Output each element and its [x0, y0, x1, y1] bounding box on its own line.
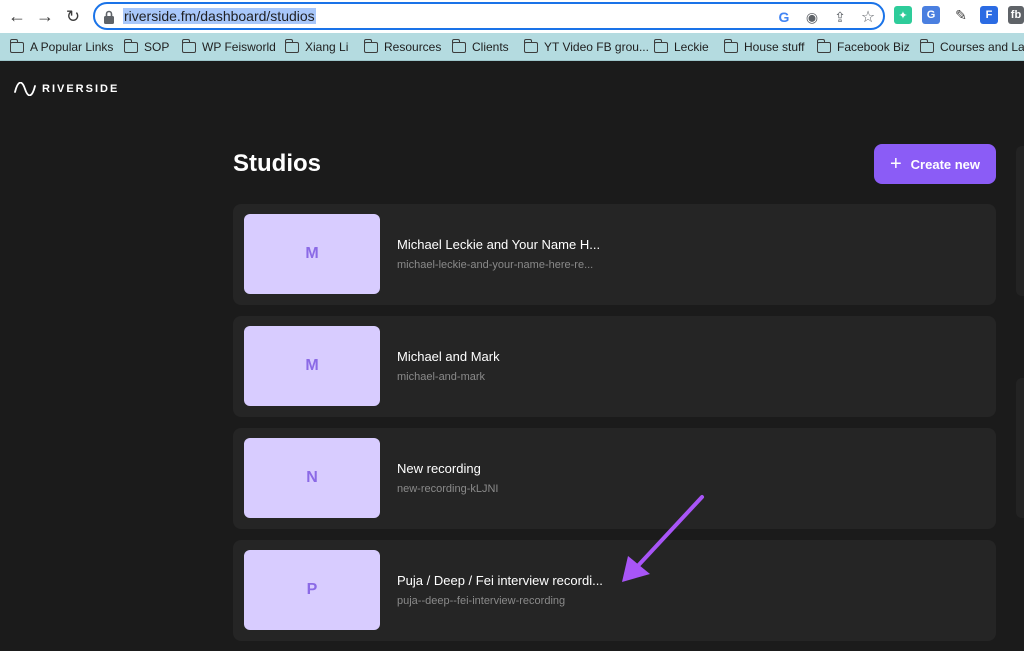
studio-thumbnail[interactable]: M: [244, 214, 380, 294]
studio-name: Michael and Mark: [397, 349, 500, 364]
logo-text: RIVERSIDE: [42, 83, 120, 95]
url-path: /dashboard/studios: [196, 8, 315, 24]
extension-eyedropper-icon[interactable]: ✎: [952, 6, 970, 24]
browser-toolbar: ← → ↻ riverside.fm/dashboard/studios G ◉…: [0, 0, 1024, 33]
studio-name: Puja / Deep / Fei interview recordi...: [397, 573, 603, 588]
studio-thumbnail[interactable]: N: [244, 438, 380, 518]
bookmark-label: House stuff: [744, 40, 805, 54]
side-panel-edge: [1016, 378, 1024, 518]
bookmark-label: Courses and Lan: [940, 40, 1024, 54]
extension-translate-icon[interactable]: G: [922, 6, 940, 24]
address-bar[interactable]: riverside.fm/dashboard/studios G ◉ ⇪ ☆: [93, 2, 885, 30]
eye-icon[interactable]: ◉: [803, 8, 821, 26]
reload-icon[interactable]: ↻: [61, 4, 85, 28]
bookmark-folder[interactable]: Clients: [451, 38, 509, 55]
bookmark-label: Clients: [472, 40, 509, 54]
create-new-button[interactable]: + Create new: [874, 144, 996, 184]
back-icon[interactable]: ←: [5, 4, 29, 28]
folder-icon: [816, 38, 831, 53]
folder-icon: [9, 38, 24, 53]
bookmark-label: Facebook Biz: [837, 40, 910, 54]
extension-f-icon[interactable]: F: [980, 6, 998, 24]
bookmark-folder[interactable]: Xiang Li: [284, 38, 349, 55]
bookmark-label: YT Video FB grou...: [544, 40, 649, 54]
bookmark-folder[interactable]: YT Video FB grou...: [523, 38, 649, 55]
bookmark-label: A Popular Links: [30, 40, 114, 54]
riverside-logo[interactable]: RIVERSIDE: [14, 82, 119, 96]
folder-icon: [181, 38, 196, 53]
studio-thumbnail[interactable]: M: [244, 326, 380, 406]
create-new-label: Create new: [910, 156, 981, 172]
studio-slug: michael-and-mark: [397, 371, 486, 383]
wave-logo-icon: [14, 82, 36, 96]
google-lens-icon[interactable]: G: [775, 8, 793, 26]
url-host: riverside.fm: [124, 8, 197, 24]
extension-fb-icon[interactable]: fb: [1008, 6, 1024, 24]
studio-slug: michael-leckie-and-your-name-here-re...: [397, 259, 594, 271]
folder-icon: [523, 38, 538, 53]
studio-card[interactable]: M Michael Leckie and Your Name H... mich…: [233, 204, 996, 305]
bookmark-folder[interactable]: House stuff: [723, 38, 805, 55]
bookmark-label: Leckie: [674, 40, 709, 54]
url-text[interactable]: riverside.fm/dashboard/studios: [123, 8, 316, 26]
plus-icon: +: [889, 153, 902, 175]
folder-icon: [723, 38, 738, 53]
studio-slug: puja--deep--fei-interview-recording: [397, 595, 566, 607]
studio-slug: new-recording-kLJNI: [397, 483, 499, 495]
share-icon[interactable]: ⇪: [831, 8, 849, 26]
folder-icon: [919, 38, 934, 53]
bookmark-folder[interactable]: Facebook Biz: [816, 38, 910, 55]
page-title: Studios: [233, 150, 321, 177]
folder-icon: [284, 38, 299, 53]
studio-card[interactable]: M Michael and Mark michael-and-mark: [233, 316, 996, 417]
folder-icon: [451, 38, 466, 53]
folder-icon: [363, 38, 378, 53]
bookmark-label: WP Feisworld: [202, 40, 276, 54]
studio-card[interactable]: N New recording new-recording-kLJNI: [233, 428, 996, 529]
riverside-app: RIVERSIDE Studios + Create new M Michael…: [0, 62, 1024, 651]
bookmark-folder[interactable]: WP Feisworld: [181, 38, 276, 55]
side-panel-edge: [1016, 146, 1024, 296]
folder-icon: [123, 38, 138, 53]
studio-name: New recording: [397, 461, 481, 476]
lock-icon: [104, 10, 114, 24]
studio-name: Michael Leckie and Your Name H...: [397, 237, 601, 252]
bookmark-folder[interactable]: SOP: [123, 38, 170, 55]
studio-thumbnail[interactable]: P: [244, 550, 380, 630]
forward-icon[interactable]: →: [33, 4, 57, 28]
studio-card[interactable]: P Puja / Deep / Fei interview recordi...…: [233, 540, 996, 641]
bookmark-label: Xiang Li: [305, 40, 349, 54]
bookmark-label: Resources: [384, 40, 442, 54]
bookmark-folder[interactable]: A Popular Links: [9, 38, 114, 55]
bookmark-folder[interactable]: Resources: [363, 38, 442, 55]
folder-icon: [653, 38, 668, 53]
bookmark-folder[interactable]: Leckie: [653, 38, 709, 55]
extension-figure-icon[interactable]: ✦: [894, 6, 912, 24]
bookmarks-bar: A Popular Links SOP WP Feisworld Xiang L…: [0, 33, 1024, 61]
bookmark-folder[interactable]: Courses and Lan: [919, 38, 1024, 55]
bookmark-label: SOP: [144, 40, 170, 54]
bookmark-star-icon[interactable]: ☆: [859, 8, 877, 26]
